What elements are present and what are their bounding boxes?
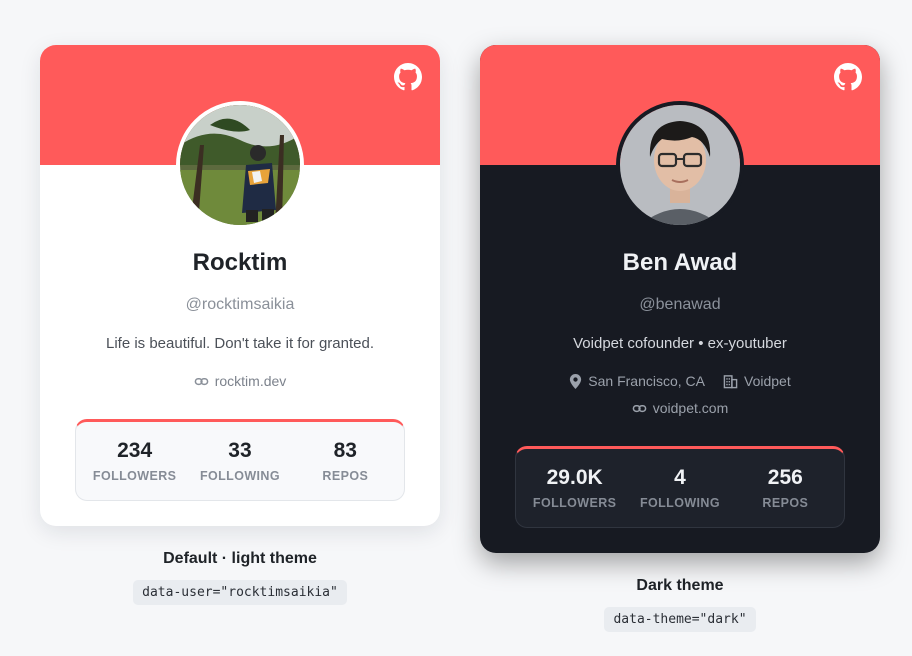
profile-name: Ben Awad (622, 249, 738, 276)
stat-value: 29.0K (546, 466, 603, 489)
stat-following: 33 FOLLOWING (190, 439, 290, 483)
link-icon (194, 377, 209, 385)
stats-panel: 29.0K FOLLOWERS 4 FOLLOWING 256 REPOS (515, 446, 845, 528)
profile-links: voidpet.com (480, 400, 880, 416)
profile-bio: Life is beautiful. Don't take it for gra… (105, 335, 374, 352)
dark-caption: Dark theme (636, 577, 724, 594)
company: Voidpet (723, 373, 791, 389)
profile-meta-row: San Francisco, CA Voidpet (480, 373, 880, 389)
location-pin-icon (570, 373, 582, 389)
website-text: rocktim.dev (214, 373, 287, 389)
avatar (616, 101, 744, 229)
avatar (176, 101, 304, 229)
profile-card-dark: Ben Awad @benawad Voidpet cofounder • ex… (480, 45, 880, 553)
website-text: voidpet.com (652, 400, 729, 416)
location-text: San Francisco, CA (588, 373, 705, 389)
stat-followers: 29.0K FOLLOWERS (525, 466, 625, 510)
stat-label: FOLLOWERS (532, 496, 617, 510)
code-snippet: data-user="rocktimsaikia" (133, 580, 347, 605)
stat-followers: 234 FOLLOWERS (85, 439, 185, 483)
profile-handle[interactable]: @rocktimsaikia (40, 296, 440, 314)
light-caption: Default · light theme (163, 550, 317, 567)
github-icon[interactable] (394, 63, 422, 91)
stat-value: 4 (674, 466, 686, 489)
link-icon (632, 404, 647, 412)
profile-card-light: Rocktim @rocktimsaikia Life is beautiful… (40, 45, 440, 526)
profile-handle[interactable]: @benawad (480, 296, 880, 314)
dark-card-column: Ben Awad @benawad Voidpet cofounder • ex… (480, 45, 880, 632)
stat-label: FOLLOWING (639, 496, 720, 510)
code-snippet: data-theme="dark" (604, 607, 756, 632)
stat-value: 234 (117, 439, 153, 462)
company-text: Voidpet (744, 373, 791, 389)
building-icon (723, 374, 738, 388)
stat-value: 83 (333, 439, 357, 462)
github-icon[interactable] (834, 63, 862, 91)
website-link[interactable]: rocktim.dev (194, 373, 287, 389)
stats-panel: 234 FOLLOWERS 33 FOLLOWING 83 REPOS (75, 419, 405, 501)
stat-label: REPOS (322, 469, 369, 483)
stat-value: 33 (228, 439, 252, 462)
stat-label: FOLLOWERS (92, 469, 177, 483)
website-link[interactable]: voidpet.com (632, 400, 728, 416)
location: San Francisco, CA (569, 373, 705, 389)
stat-label: REPOS (762, 496, 809, 510)
profile-links: rocktim.dev (40, 373, 440, 389)
stat-repos: 256 REPOS (735, 466, 835, 510)
profile-name: Rocktim (192, 249, 288, 276)
profile-bio: Voidpet cofounder • ex-youtuber (573, 335, 787, 352)
stat-repos: 83 REPOS (295, 439, 395, 483)
avatar-photo (620, 105, 740, 225)
stat-label: FOLLOWING (199, 469, 280, 483)
light-card-column: Rocktim @rocktimsaikia Life is beautiful… (40, 45, 440, 605)
avatar-photo (180, 105, 300, 225)
stat-value: 256 (767, 466, 803, 489)
stat-following: 4 FOLLOWING (630, 466, 730, 510)
